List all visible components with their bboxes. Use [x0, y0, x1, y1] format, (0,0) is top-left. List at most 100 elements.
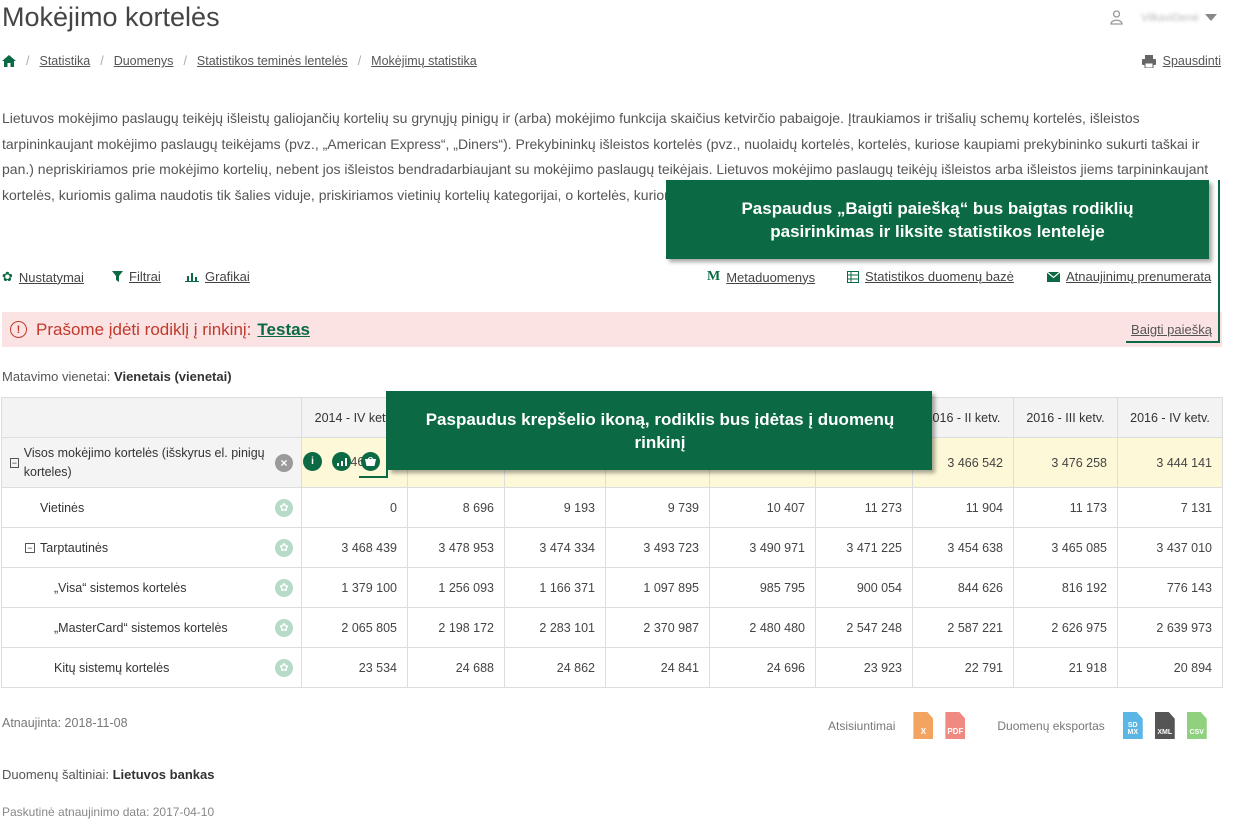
breadcrumb: / Statistika / Duomenys / Statistikos te… [2, 54, 477, 68]
collapse-icon[interactable]: − [10, 457, 19, 468]
breadcrumb-duomenys[interactable]: Duomenys [114, 54, 174, 68]
table-cell: 21 918 [1013, 647, 1118, 688]
table-cell: 3 471 225 [815, 527, 913, 568]
table-cell: 3 478 953 [407, 527, 505, 568]
settings-label[interactable]: Nustatymai [19, 270, 84, 285]
print-link[interactable]: Spausdinti [1141, 54, 1221, 68]
envelope-icon [1047, 271, 1060, 282]
table-cell: 9 739 [605, 487, 710, 528]
table-cell: 24 862 [504, 647, 606, 688]
table-cell: 900 054 [815, 567, 913, 608]
table-cell: 816 192 [1013, 567, 1118, 608]
filters-label[interactable]: Filtrai [129, 269, 161, 284]
alert-banner: ! Prašome įdėti rodiklį į rinkinį: Testa… [2, 312, 1222, 347]
dataset-link[interactable]: Testas [257, 320, 310, 340]
table-cell: 9 193 [504, 487, 606, 528]
table-cell: 2 480 480 [709, 607, 816, 648]
table-cell: 11 173 [1013, 487, 1118, 528]
settings-link[interactable]: ✿ Nustatymai [2, 269, 84, 285]
row-label: „MasterCard“ sistemos kortelės ✿ [1, 607, 302, 648]
table-cell: 20 894 [1117, 647, 1223, 688]
breadcrumb-separator: / [26, 54, 30, 68]
breadcrumb-separator: / [100, 54, 104, 68]
updated-date: Atnaujinta: 2018-11-08 [2, 716, 128, 730]
row-label: − Tarptautinės ✿ [1, 527, 302, 568]
table-cell: 11 273 [815, 487, 913, 528]
gear-icon[interactable]: ✿ [275, 618, 293, 637]
table-cell: 24 696 [709, 647, 816, 688]
csv-file-icon[interactable]: CSV [1186, 712, 1207, 739]
user-menu[interactable]: Vilkavičienė [1110, 10, 1217, 25]
table-cell: 24 688 [407, 647, 505, 688]
subscription-link[interactable]: Atnaujinimų prenumerata [1047, 269, 1211, 284]
collapse-icon[interactable]: − [25, 542, 35, 553]
downloads-label: Atsisiuntimai [828, 718, 896, 733]
row-label: „Visa“ sistemos kortelės ✿ [1, 567, 302, 608]
table-cell: 8 696 [407, 487, 505, 528]
print-label[interactable]: Spausdinti [1163, 54, 1221, 68]
table-cell: 776 143 [1117, 567, 1223, 608]
tooltip-pointer [359, 476, 387, 478]
breadcrumb-statistika[interactable]: Statistika [39, 54, 90, 68]
table-cell: 844 626 [912, 567, 1014, 608]
xml-file-icon[interactable]: XML [1154, 712, 1175, 739]
info-icon[interactable]: i [303, 452, 322, 471]
table-cell: 7 131 [1117, 487, 1223, 528]
home-icon[interactable] [2, 55, 16, 67]
row-label-text: „Visa“ sistemos kortelės [54, 580, 187, 595]
charts-label[interactable]: Grafikai [205, 269, 250, 284]
row-label-text: „MasterCard“ sistemos kortelės [54, 620, 228, 635]
tooltip-pointer [1218, 180, 1220, 343]
pdf-file-icon[interactable]: PDF [945, 712, 966, 739]
gear-icon[interactable]: ✿ [275, 658, 293, 677]
table-cell: 3 493 723 [605, 527, 710, 568]
bar-chart-icon [185, 273, 199, 282]
breadcrumb-mokejimu-statistika[interactable]: Mokėjimų statistika [371, 54, 477, 68]
data-sources: Duomenų šaltiniai: Lietuvos bankas [2, 767, 214, 782]
units-label: Matavimo vienetai: [2, 369, 111, 384]
gear-icon: ✿ [2, 269, 13, 284]
table-cell: 2 587 221 [912, 607, 1014, 648]
subscription-label[interactable]: Atnaujinimų prenumerata [1066, 269, 1211, 284]
export-label: Duomenų eksportas [997, 718, 1105, 733]
database-link[interactable]: Statistikos duomenų bazė [847, 269, 1014, 284]
filter-icon [112, 271, 123, 282]
row-label-text: Tarptautinės [40, 540, 109, 555]
tooltip-pointer [1126, 341, 1220, 343]
table-cell: 24 841 [605, 647, 710, 688]
database-label[interactable]: Statistikos duomenų bazė [865, 269, 1014, 284]
xls-file-icon[interactable]: X [913, 712, 934, 739]
gear-icon[interactable]: ✿ [275, 538, 293, 557]
breadcrumb-separator: / [183, 54, 187, 68]
remove-icon[interactable]: × [275, 453, 293, 472]
table-cell: 3 468 439 [301, 527, 408, 568]
sources-label: Duomenų šaltiniai: [2, 767, 109, 782]
column-header: 2016 - IV ketv. [1117, 397, 1223, 438]
gear-icon[interactable]: ✿ [275, 498, 293, 517]
row-label-text: Visos mokėjimo kortelės (išskyrus el. pi… [23, 445, 265, 479]
basket-icon[interactable] [361, 452, 380, 471]
table-cell: 22 791 [912, 647, 1014, 688]
row-label-text: Kitų sistemų kortelės [54, 660, 170, 675]
gear-icon[interactable]: ✿ [275, 578, 293, 597]
downloads-section: Atsisiuntimai X PDF Duomenų eksportas SD… [828, 712, 1207, 739]
end-search-link[interactable]: Baigti paiešką [1131, 322, 1212, 337]
metadata-label[interactable]: Metaduomenys [726, 270, 815, 285]
chart-icon[interactable] [332, 452, 351, 471]
metadata-icon: M [707, 269, 721, 284]
chevron-down-icon[interactable] [1205, 14, 1217, 21]
user-name: Vilkavičienė [1141, 11, 1199, 24]
metadata-link[interactable]: M Metaduomenys [707, 269, 815, 285]
table-cell: 2 370 987 [605, 607, 710, 648]
table-cell: 3 474 334 [504, 527, 606, 568]
page-title: Mokėjimo kortelės [2, 2, 220, 32]
basket-tooltip-text: Paspaudus krepšelio ikoną, rodiklis bus … [425, 409, 895, 452]
table-cell: 23 923 [815, 647, 913, 688]
filters-link[interactable]: Filtrai [112, 269, 161, 284]
table-cell: 3 444 141 [1117, 437, 1223, 488]
sdmx-file-icon[interactable]: SD MX [1122, 712, 1143, 739]
table-row: „MasterCard“ sistemos kortelės ✿ 2 065 8… [1, 607, 1223, 648]
charts-link[interactable]: Grafikai [185, 269, 250, 284]
table-cell: 2 198 172 [407, 607, 505, 648]
breadcrumb-temines-lenteles[interactable]: Statistikos teminės lentelės [197, 54, 348, 68]
